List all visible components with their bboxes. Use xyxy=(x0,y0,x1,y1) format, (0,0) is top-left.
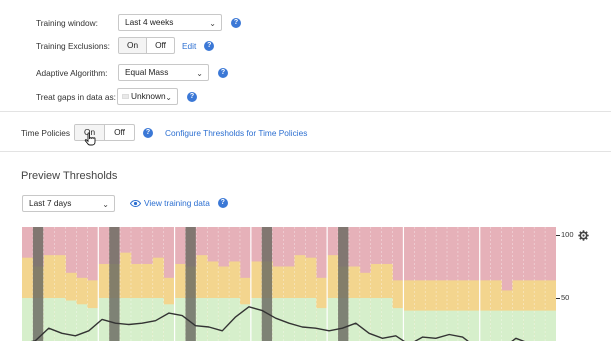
low-threshold-bar xyxy=(359,298,372,341)
low-threshold-bar xyxy=(490,310,502,341)
help-icon[interactable]: ? xyxy=(217,198,228,208)
gear-icon[interactable] xyxy=(578,230,589,241)
low-threshold-bar xyxy=(425,310,437,341)
data-gap-bar xyxy=(261,227,273,341)
y-axis-label-50: 50 xyxy=(561,293,570,302)
time-policies-row: Time Policies On Off ? Configure Thresho… xyxy=(21,124,307,141)
low-threshold-bar xyxy=(327,298,339,341)
training-exclusions-on-button[interactable]: On xyxy=(119,38,147,53)
low-threshold-bar xyxy=(512,310,524,341)
low-threshold-bar xyxy=(403,310,415,341)
y-tick-50 xyxy=(556,298,560,299)
training-window-row: Training window: Last 4 weeks ⌄ ? xyxy=(36,14,241,31)
low-threshold-bar xyxy=(207,298,219,341)
help-icon[interactable]: ? xyxy=(204,40,215,51)
time-policies-section: Time Policies On Off ? Configure Thresho… xyxy=(0,112,611,152)
low-threshold-bar xyxy=(468,310,481,341)
help-icon[interactable]: ? xyxy=(187,91,197,102)
y-tick-100 xyxy=(556,235,560,236)
low-threshold-bar xyxy=(501,310,513,341)
treat-gaps-select[interactable]: Unknown ⌄ xyxy=(117,88,178,105)
preview-range-select[interactable]: Last 7 days ⌄ xyxy=(22,195,115,212)
low-threshold-bar xyxy=(229,298,241,341)
edit-exclusions-link[interactable]: Edit xyxy=(182,41,196,51)
low-threshold-bar xyxy=(414,310,426,341)
training-exclusions-label: Training Exclusions: xyxy=(36,40,110,51)
treat-gaps-value: Unknown xyxy=(131,91,166,101)
low-threshold-bar xyxy=(163,304,175,341)
treat-gaps-row: Treat gaps in data as: Unknown ⌄ ? xyxy=(36,88,197,105)
low-threshold-bar xyxy=(218,298,230,341)
low-threshold-bar xyxy=(534,310,546,341)
chevron-down-icon: ⌄ xyxy=(209,19,216,28)
unknown-swatch-icon xyxy=(122,94,129,100)
low-threshold-bar xyxy=(316,308,328,341)
help-icon[interactable]: ? xyxy=(231,17,241,28)
data-gap-bar xyxy=(32,227,44,341)
adaptive-algorithm-label: Adaptive Algorithm: xyxy=(36,67,108,78)
low-threshold-bar xyxy=(196,298,208,341)
low-threshold-bar xyxy=(141,298,154,341)
low-threshold-bar xyxy=(305,298,317,341)
training-window-select[interactable]: Last 4 weeks ⌄ xyxy=(118,14,222,31)
adaptive-algorithm-row: Adaptive Algorithm: Equal Mass ⌄ ? xyxy=(36,64,228,81)
low-threshold-bar xyxy=(120,298,132,341)
view-training-data-row: View training data ? xyxy=(130,198,228,208)
adaptive-algorithm-select[interactable]: Equal Mass ⌄ xyxy=(118,64,209,81)
low-threshold-bar xyxy=(381,298,393,341)
configure-thresholds-link[interactable]: Configure Thresholds for Time Policies xyxy=(165,128,307,138)
chevron-down-icon: ⌄ xyxy=(196,69,203,78)
low-threshold-bar xyxy=(54,298,66,341)
low-threshold-bar xyxy=(250,298,263,341)
low-threshold-bar xyxy=(22,298,34,341)
preview-thresholds-title: Preview Thresholds xyxy=(21,170,118,182)
low-threshold-bar xyxy=(283,298,295,341)
preview-range-value: Last 7 days xyxy=(29,198,72,208)
threshold-chart-svg xyxy=(22,227,556,341)
low-threshold-bar xyxy=(348,298,361,341)
low-threshold-bar xyxy=(294,298,306,341)
low-threshold-bar xyxy=(545,310,556,341)
eye-icon xyxy=(130,199,141,207)
training-exclusions-toggle: On Off xyxy=(118,37,175,54)
low-threshold-bar xyxy=(479,310,491,341)
data-gap-bar xyxy=(338,227,349,341)
low-threshold-bar xyxy=(130,298,143,341)
help-icon[interactable]: ? xyxy=(218,67,228,78)
training-exclusions-row: Training Exclusions: On Off Edit ? xyxy=(36,37,215,54)
time-policies-off-button[interactable]: Off xyxy=(104,125,134,140)
treat-gaps-label: Treat gaps in data as: xyxy=(36,91,116,102)
training-window-value: Last 4 weeks xyxy=(125,17,174,27)
low-threshold-bar xyxy=(523,310,535,341)
help-icon[interactable]: ? xyxy=(143,127,153,138)
adaptive-algorithm-value: Equal Mass xyxy=(125,67,169,77)
y-axis-label-100: 100 xyxy=(561,230,574,239)
threshold-chart xyxy=(22,227,556,341)
time-policies-label: Time Policies xyxy=(21,127,71,138)
low-threshold-bar xyxy=(43,298,55,341)
training-exclusions-off-button[interactable]: Off xyxy=(146,38,174,53)
low-threshold-bar xyxy=(174,298,186,341)
view-training-data-link[interactable]: View training data xyxy=(144,198,210,208)
hand-cursor-icon xyxy=(84,132,96,146)
training-settings-section: Training window: Last 4 weeks ⌄ ? Traini… xyxy=(0,0,611,112)
chevron-down-icon: ⌄ xyxy=(165,93,172,102)
training-window-label: Training window: xyxy=(36,17,98,28)
chevron-down-icon: ⌄ xyxy=(102,200,109,209)
